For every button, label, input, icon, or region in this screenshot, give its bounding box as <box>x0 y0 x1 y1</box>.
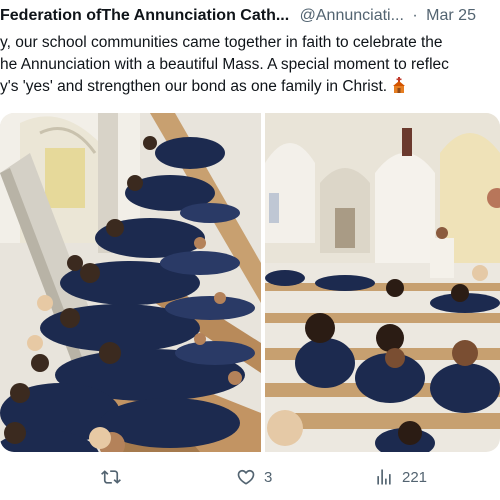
views-button[interactable]: 221 <box>374 466 427 488</box>
author-name[interactable]: Federation ofThe Annunciation Cath... <box>0 7 289 24</box>
author-handle[interactable]: @Annunciati... <box>300 7 404 24</box>
views-chart-icon <box>377 469 391 485</box>
tweet-text-line-2: he Annunciation with a beautiful Mass. A… <box>0 56 449 73</box>
like-count: 3 <box>264 468 273 486</box>
church-emoji-icon <box>393 77 406 93</box>
retweet-button[interactable] <box>101 466 129 488</box>
tweet-text-line-1: y, our school communities came together … <box>0 34 443 51</box>
students-in-pews-photo[interactable] <box>0 113 261 452</box>
heart-icon <box>237 469 255 485</box>
tweet-text-line-3: y's 'yes' and strengthen our bond as one… <box>0 76 500 98</box>
tweet-date[interactable]: Mar 25 <box>426 7 476 24</box>
views-count: 221 <box>402 468 428 486</box>
church-interior-photo[interactable] <box>265 113 500 452</box>
tweet-action-bar: 3 221 <box>0 456 500 500</box>
separator-dot: · <box>412 7 418 24</box>
like-button[interactable]: 3 <box>236 466 272 488</box>
retweet-icon <box>101 470 121 484</box>
tweet-text: y, our school communities came together … <box>0 32 500 98</box>
tweet-text-line-3-text: y's 'yes' and strengthen our bond as one… <box>0 78 388 95</box>
tweet-header: Federation ofThe Annunciation Cath... @A… <box>0 4 500 28</box>
tweet-media[interactable] <box>0 113 500 452</box>
